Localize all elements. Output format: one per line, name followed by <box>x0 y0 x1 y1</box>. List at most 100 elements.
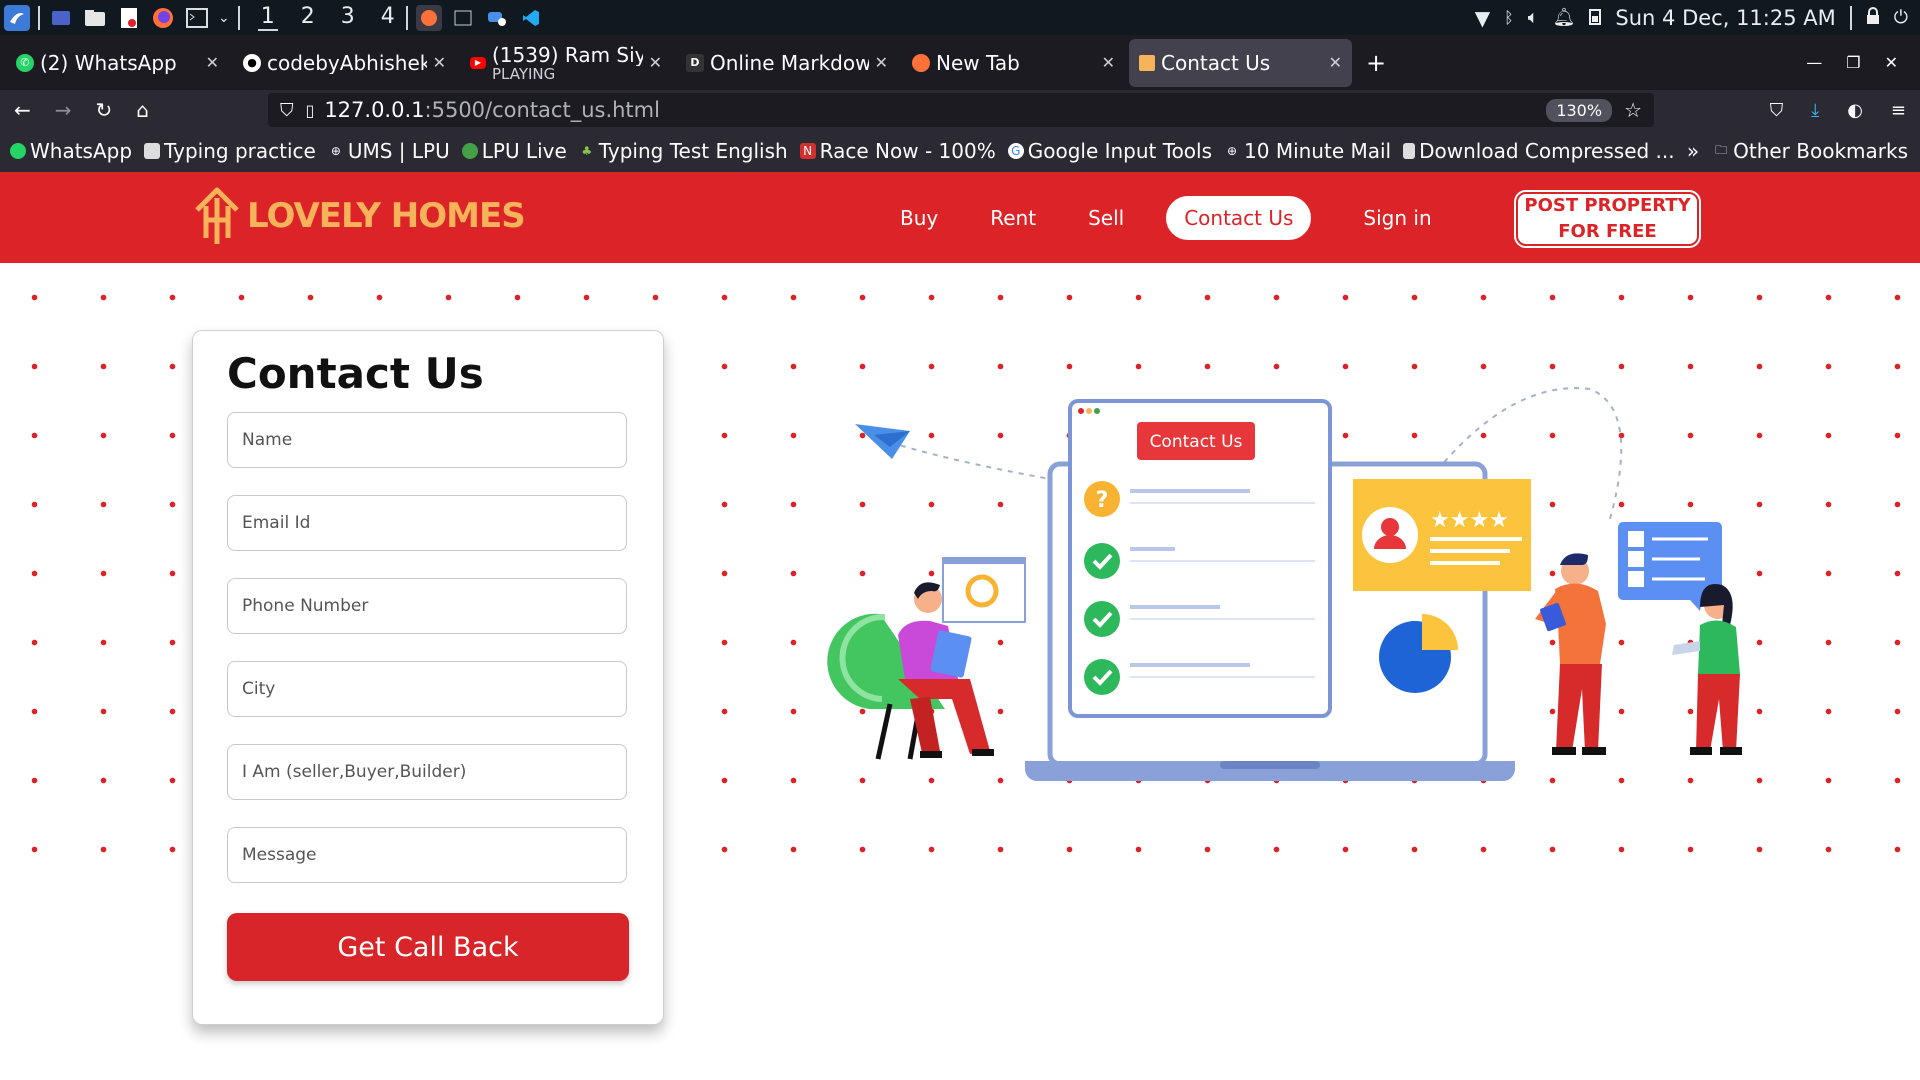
page-info-icon[interactable]: ▯ <box>306 101 315 120</box>
chevron-down-icon[interactable]: ⌄ <box>218 10 230 26</box>
close-tab-icon[interactable]: ✕ <box>433 53 446 72</box>
bookmark-lpu-live[interactable]: LPU Live <box>461 139 567 163</box>
close-tab-icon[interactable]: ✕ <box>1102 53 1115 72</box>
menu-icon[interactable]: ≡ <box>1891 100 1906 121</box>
workspace-2[interactable]: 2 <box>298 4 318 31</box>
tab-title: (2) WhatsApp <box>40 51 177 74</box>
bookmark-10-minute-mail[interactable]: ⊕ 10 Minute Mail <box>1224 139 1391 163</box>
document-viewer-icon[interactable] <box>116 5 142 31</box>
nav-contact-us[interactable]: Contact Us <box>1166 195 1312 240</box>
tab-new-tab[interactable]: New Tab ✕ <box>902 39 1125 87</box>
bookmark-typing-test[interactable]: ♣ Typing Test English <box>579 139 787 163</box>
app-launcher-icon[interactable] <box>4 4 30 31</box>
workspace-3[interactable]: 3 <box>338 4 358 31</box>
bookmark-race-now[interactable]: N Race Now - 100% <box>799 139 996 163</box>
notification-bell-icon[interactable]: 🔔︎ <box>1553 7 1576 28</box>
zoom-level[interactable]: 130% <box>1546 98 1613 122</box>
tab-contact-us[interactable]: Contact Us ✕ <box>1129 38 1352 87</box>
close-tab-icon[interactable]: ✕ <box>206 53 219 72</box>
folder-icon: 🗀 <box>1715 142 1728 157</box>
battery-icon[interactable] <box>1589 6 1602 30</box>
bookmark-typing-practice[interactable]: Typing practice <box>144 139 316 163</box>
minimize-icon[interactable]: — <box>1806 53 1822 72</box>
nav-sign-in[interactable]: Sign in <box>1363 206 1431 230</box>
url-bar[interactable]: ⛉ ▯ 127.0.0.1:5500/contact_us.html 130% … <box>268 93 1654 127</box>
illustration-contact-label: Contact Us <box>1150 432 1243 452</box>
markdown-icon: D <box>686 53 704 72</box>
tab-title: Contact Us <box>1161 51 1271 74</box>
house-logo-icon <box>195 187 239 244</box>
tab-title: New Tab <box>936 51 1020 74</box>
shield-icon[interactable]: ⛉ <box>280 100 294 121</box>
nitro-type-icon: N <box>799 143 816 159</box>
workspace-switcher[interactable]: 1 2 3 4 <box>257 4 398 31</box>
reload-icon[interactable]: ↻ <box>96 98 113 122</box>
bookmark-download-compressed[interactable]: Download Compressed ... <box>1403 139 1675 163</box>
city-input[interactable] <box>227 661 627 717</box>
more-bookmarks-icon[interactable]: » <box>1687 139 1699 163</box>
site-logo[interactable]: LOVELY HOMES <box>193 186 526 246</box>
close-tab-icon[interactable]: ✕ <box>875 53 888 72</box>
post-property-button[interactable]: POST PROPERTY FOR FREE <box>1516 192 1699 246</box>
close-tab-icon[interactable]: ✕ <box>1329 53 1342 72</box>
browser-tab-bar: ✆ (2) WhatsApp ✕ ● codebyAbhishekB ✕ ▶ (… <box>0 35 1920 90</box>
terminal-icon[interactable] <box>184 5 210 31</box>
nav-buy[interactable]: Buy <box>900 206 938 230</box>
clock[interactable]: Sun 4 Dec, 11:25 AM <box>1615 6 1835 30</box>
maximize-icon[interactable]: ❐ <box>1846 53 1860 72</box>
bookmark-whatsapp[interactable]: WhatsApp <box>10 139 132 163</box>
firefox-icon[interactable] <box>150 5 176 31</box>
vscode-icon[interactable] <box>518 5 544 31</box>
workspace-1[interactable]: 1 <box>257 4 278 31</box>
other-bookmarks[interactable]: 🗀 Other Bookmarks <box>1713 139 1908 163</box>
message-input[interactable] <box>227 827 627 883</box>
tab-title: codebyAbhishekB <box>267 51 427 74</box>
bookmark-star-icon[interactable]: ☆ <box>1624 98 1642 122</box>
power-icon[interactable]: ⏻ <box>1894 7 1908 28</box>
email-input[interactable] <box>227 495 627 551</box>
nav-sell[interactable]: Sell <box>1088 206 1124 230</box>
post-property-label: POST PROPERTY FOR FREE <box>1524 195 1691 242</box>
tab-markdown[interactable]: D Online Markdown ✕ <box>676 39 898 87</box>
file-manager-icon[interactable] <box>82 5 108 31</box>
forward-icon[interactable]: → <box>55 98 72 122</box>
bluetooth-icon[interactable]: ᛒ <box>1504 8 1514 27</box>
workspace-4[interactable]: 4 <box>378 4 398 31</box>
close-window-icon[interactable]: ✕ <box>1885 53 1898 72</box>
nav-rent[interactable]: Rent <box>990 206 1036 230</box>
form-title: Contact Us <box>227 349 484 398</box>
close-tab-icon[interactable]: ✕ <box>649 53 662 72</box>
new-tab-icon[interactable]: + <box>1366 49 1386 77</box>
bookmark-ums-lpu[interactable]: ⊕ UMS | LPU <box>328 139 450 163</box>
pocket-icon[interactable]: ⛉ <box>1770 100 1784 121</box>
download-icon[interactable]: ⤓ <box>1811 100 1819 121</box>
name-input[interactable] <box>227 412 627 468</box>
whatsapp-icon: ✆ <box>16 53 34 72</box>
globe-icon: ⊕ <box>330 144 341 158</box>
home-icon[interactable]: ⌂ <box>136 98 149 122</box>
desktop-icon[interactable] <box>48 5 74 31</box>
volume-icon[interactable]: 🔈︎ <box>1528 7 1539 28</box>
bookmark-google-input-tools[interactable]: G Google Input Tools <box>1007 139 1212 163</box>
firefox-window-icon[interactable] <box>415 4 442 31</box>
page-content: Contact Us Get Call Back Contact Us ? <box>0 263 1920 1080</box>
firefox-icon <box>912 53 930 72</box>
logo-text: LOVELY HOMES <box>247 196 526 236</box>
back-icon[interactable]: ← <box>14 98 31 122</box>
paper-plane-icon <box>855 424 910 459</box>
url-host: 127.0.0.1 <box>324 98 425 122</box>
tab-github[interactable]: ● codebyAbhishekB ✕ <box>233 39 456 87</box>
lock-icon[interactable] <box>1866 6 1880 30</box>
get-call-back-button[interactable]: Get Call Back <box>227 913 629 981</box>
tab-whatsapp[interactable]: ✆ (2) WhatsApp ✕ <box>6 39 229 87</box>
terminal-window-icon[interactable] <box>450 5 476 31</box>
os-taskbar: ⌄ 1 2 3 4 ▼ ᛒ 🔈︎ 🔔︎ Sun 4 Dec, 11:25 AM … <box>0 0 1920 35</box>
typing-test-icon: ♣ <box>581 144 593 158</box>
chat-window-icon[interactable] <box>484 5 510 31</box>
phone-input[interactable] <box>227 578 627 634</box>
role-input[interactable] <box>227 744 627 800</box>
tab-youtube[interactable]: ▶ (1539) Ram Siya RPLAYING ✕ <box>460 39 672 87</box>
wifi-icon[interactable]: ▼ <box>1475 6 1490 30</box>
account-icon[interactable]: ◐ <box>1847 100 1863 121</box>
globe-icon: ⊕ <box>1226 144 1238 158</box>
